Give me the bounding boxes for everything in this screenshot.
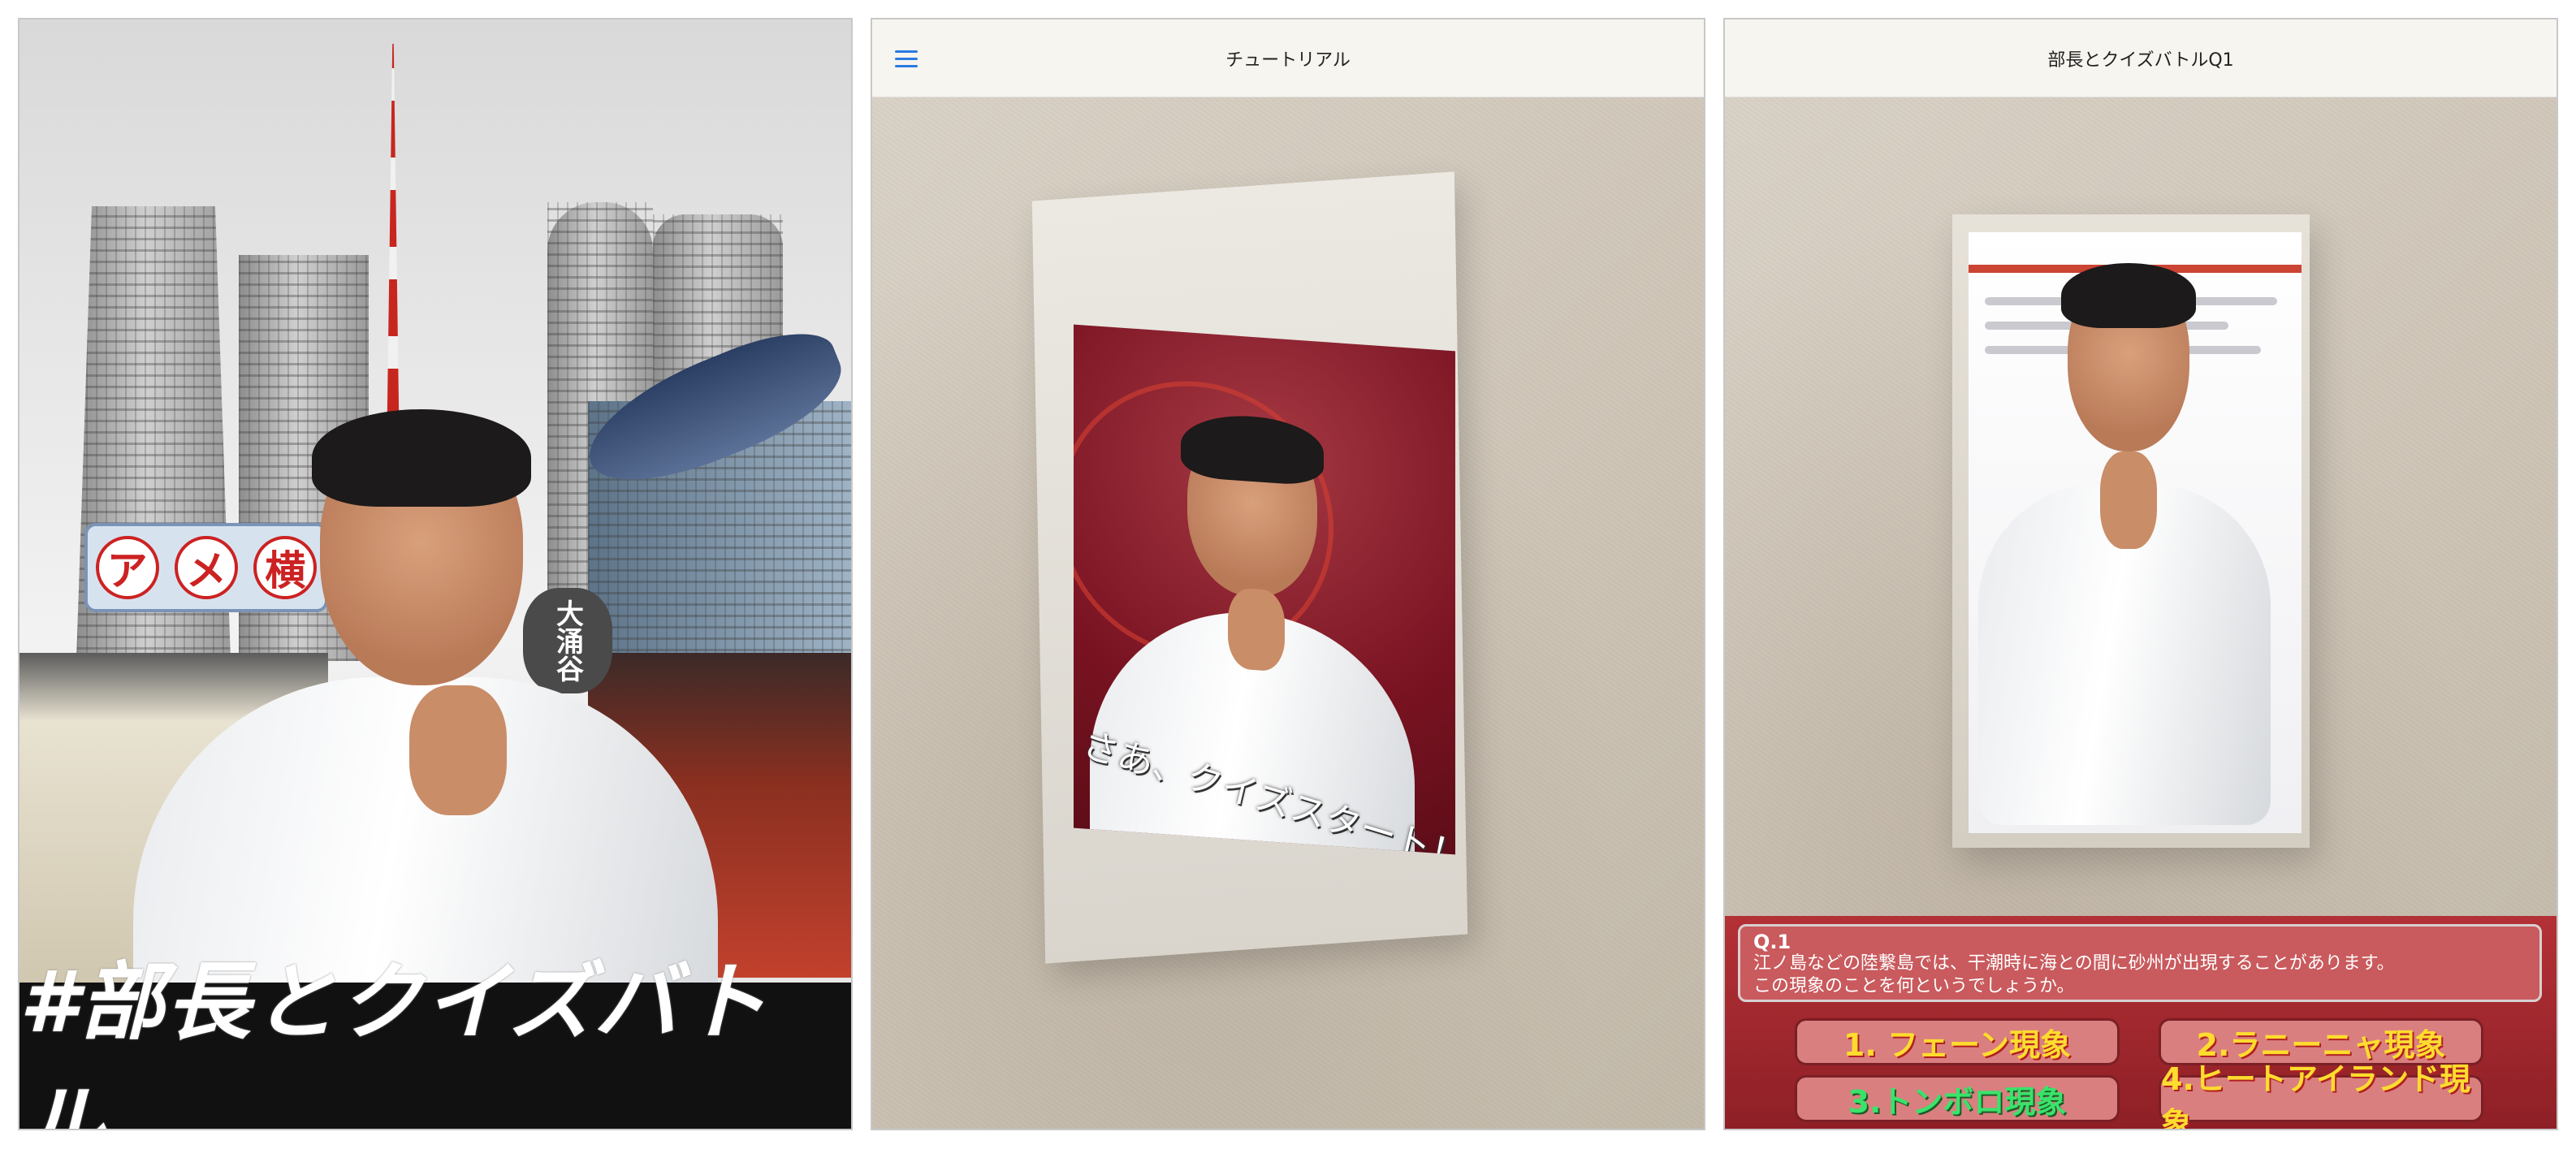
student-photo [117,377,734,1018]
answer-button-1[interactable]: 1. フェーン現象 [1795,1018,2120,1065]
hair [312,409,531,507]
question-board: Q.1 江ノ島などの陸繋島では、干潮時に海との間に砂州が出現することがあります。… [1725,916,2557,1129]
hamburger-menu-icon[interactable] [895,50,918,68]
answer-button-3[interactable]: 3.トンボロ現象 [1795,1075,2120,1122]
hair [1181,411,1324,487]
hand [409,685,507,815]
app-header: 部長とクイズバトルQ1 [1725,19,2557,97]
caption-bar: #部長とクイズバトル [19,952,851,1129]
ar-overlay-card: さあ、クイズスタート！ [1074,324,1455,855]
hair [2061,263,2196,328]
hashtag-caption: #部長とクイズバトル [19,952,769,1130]
question-text-line1: 江ノ島などの陸繋島では、干潮時に海との間に砂州が出現することがあります。 [1753,953,2395,974]
answer-button-4[interactable]: 4.ヒートアイランド現象 [2159,1061,2483,1129]
screen-title: 部長とクイズバトルQ1 [2047,50,2234,71]
screen-title: チュートリアル [1225,50,1351,71]
tutorial-screen: チュートリアル さあ、クイズスタート！ [871,18,1705,1130]
blurred-article-image [1969,232,2302,833]
question-text-line2: この現象のことを何というでしょうか。 [1753,976,2075,996]
question-number: Q.1 [1753,931,1792,953]
student-photo [1978,240,2295,825]
quiz-question-screen: 部長とクイズバトルQ1 Q.1 江ノ島などの陸繋島では、干潮時に海との間に砂州が… [1723,18,2558,1130]
hand [1228,586,1285,672]
app-header: チュートリアル [872,19,1704,97]
promo-poster-panel: ア メ 横 大涌谷 #部長とクイズバトル [18,18,853,1130]
hand [2100,451,2157,549]
question-box: Q.1 江ノ島などの陸繋島では、干潮時に海との間に砂州が出現することがあります。… [1738,924,2542,1002]
